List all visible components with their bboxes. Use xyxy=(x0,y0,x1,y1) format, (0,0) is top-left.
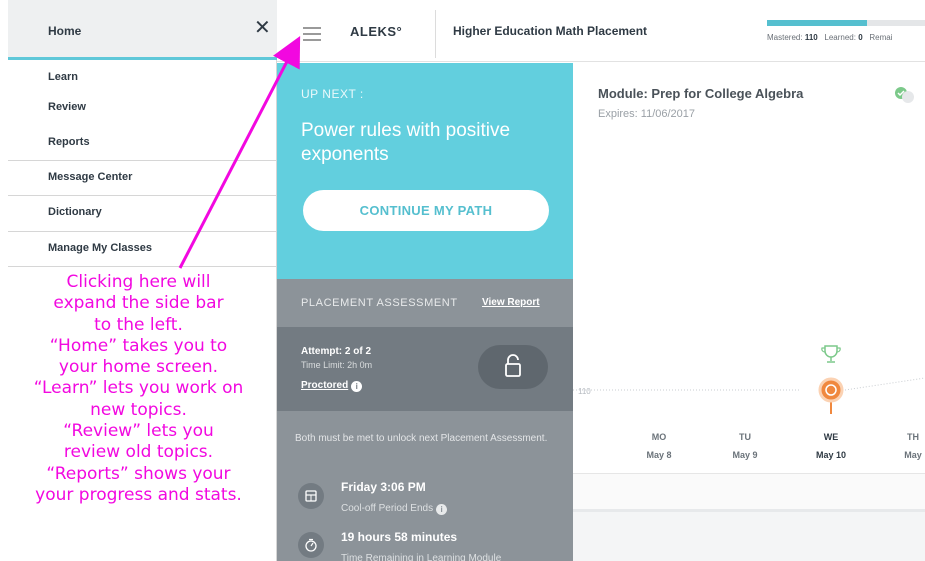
cooloff-end-time: Friday 3:06 PM xyxy=(341,480,426,494)
close-icon[interactable]: ✕ xyxy=(254,16,271,40)
sidebar-item-label: Dictionary xyxy=(48,206,102,218)
proctored-link[interactable]: Proctored i xyxy=(301,380,363,392)
chart-bottom-strip xyxy=(573,473,925,509)
progress-bar-fill xyxy=(767,20,867,26)
date-label: May 8 xyxy=(646,450,672,460)
sidebar-item-home[interactable]: Home ✕ xyxy=(8,0,277,60)
sidebar-item-label: Review xyxy=(48,101,86,113)
date-label-current: May 10 xyxy=(815,450,847,460)
sidebar-divider xyxy=(8,266,277,267)
up-next-panel: UP NEXT : Power rules with positive expo… xyxy=(277,63,573,279)
bottom-section xyxy=(573,509,925,561)
lock-icon xyxy=(505,354,521,377)
sidebar-item-review[interactable]: Review xyxy=(8,90,277,125)
day-label: TU xyxy=(739,432,751,442)
progress-stats: Mastered: 110 Learned: 0 Remai xyxy=(767,33,892,42)
sidebar-item-reports[interactable]: Reports xyxy=(8,125,277,160)
date-label: May xyxy=(904,450,922,460)
info-icon[interactable]: i xyxy=(351,381,363,392)
sidebar-item-label: Manage My Classes xyxy=(48,242,152,254)
calendar-icon xyxy=(298,483,324,509)
annotation-line: review old topics. xyxy=(63,442,214,463)
sidebar-item-home-label: Home xyxy=(48,24,82,38)
proctored-label: Proctored xyxy=(301,380,349,391)
mastered-count: 110 xyxy=(804,33,818,42)
progress-bar xyxy=(767,20,925,26)
annotation-line: your home screen. xyxy=(58,357,219,378)
sidebar-item-dictionary[interactable]: Dictionary xyxy=(8,195,277,230)
progress-timeline-chart: 110 xyxy=(573,345,925,414)
annotation-line: your progress and stats. xyxy=(35,484,242,505)
sidebar-item-label: Learn xyxy=(48,71,78,83)
time-remaining-value: 19 hours 58 minutes xyxy=(341,530,458,544)
time-remaining-label: Time Remaining in Learning Module xyxy=(341,553,502,561)
top-bar: ALEKS° Higher Education Math Placement M… xyxy=(277,0,925,62)
course-title: Higher Education Math Placement xyxy=(453,24,648,38)
stopwatch-icon xyxy=(298,532,324,558)
annotation-line: expand the side bar xyxy=(53,293,224,314)
annotation-line: “Learn” lets you work on xyxy=(33,378,244,399)
annotation-line: to the left. xyxy=(94,314,183,335)
day-label: TH xyxy=(907,432,919,442)
time-limit: Time Limit: 2h 0m xyxy=(301,360,373,370)
continue-my-path-button[interactable]: CONTINUE MY PATH xyxy=(303,190,549,231)
attempt-count: Attempt: 2 of 2 xyxy=(301,346,371,357)
date-label: May 9 xyxy=(732,450,758,460)
up-next-topic: Power rules with positive exponents xyxy=(301,120,511,165)
sidebar-item-manage-my-classes[interactable]: Manage My Classes xyxy=(8,231,277,266)
sidebar: Home ✕ Learn Review Reports Message Cent… xyxy=(0,0,277,561)
annotation-text: Clicking here will expand the side bar t… xyxy=(0,272,277,506)
cooloff-label: Cool-off Period Ends i xyxy=(341,503,448,515)
header-divider xyxy=(435,10,436,58)
annotation-line: “Home” takes you to xyxy=(49,335,228,356)
learned-count: 0 xyxy=(858,33,863,42)
start-assessment-button[interactable] xyxy=(478,345,548,389)
mastered-label: Mastered: xyxy=(767,33,803,42)
placement-assessment-title: PLACEMENT ASSESSMENT xyxy=(301,297,458,309)
chart-level-label: 110 xyxy=(578,387,591,396)
annotation-line: “Reports” shows your xyxy=(46,463,231,484)
sidebar-item-message-center[interactable]: Message Center xyxy=(8,160,277,195)
sidebar-item-label: Reports xyxy=(48,136,90,148)
learned-label: Learned: xyxy=(824,33,856,42)
aleks-logo: ALEKS° xyxy=(350,24,403,39)
attempt-box: Attempt: 2 of 2 Time Limit: 2h 0m Procto… xyxy=(277,327,573,411)
placement-assessment-panel: PLACEMENT ASSESSMENT View Report Attempt… xyxy=(277,279,573,561)
remaining-label: Remai xyxy=(869,33,893,42)
sidebar-item-label: Message Center xyxy=(48,171,133,183)
view-report-link[interactable]: View Report xyxy=(482,297,540,308)
unlock-note: Both must be met to unlock next Placemen… xyxy=(295,433,548,444)
day-label-current: WE xyxy=(823,432,839,442)
annotation-line: new topics. xyxy=(90,399,187,420)
info-icon[interactable]: i xyxy=(436,504,448,515)
trophy-icon xyxy=(821,345,841,363)
cooloff-label-text: Cool-off Period Ends xyxy=(341,503,434,514)
annotation-line: “Review” lets you xyxy=(63,421,214,442)
day-label: MO xyxy=(651,432,667,442)
annotation-line: Clicking here will xyxy=(66,272,211,292)
module-panel: Module: Prep for College Algebra Expires… xyxy=(573,63,925,509)
hamburger-menu-icon[interactable] xyxy=(303,27,321,41)
up-next-label: UP NEXT : xyxy=(301,87,364,101)
current-progress-marker[interactable] xyxy=(818,377,844,403)
